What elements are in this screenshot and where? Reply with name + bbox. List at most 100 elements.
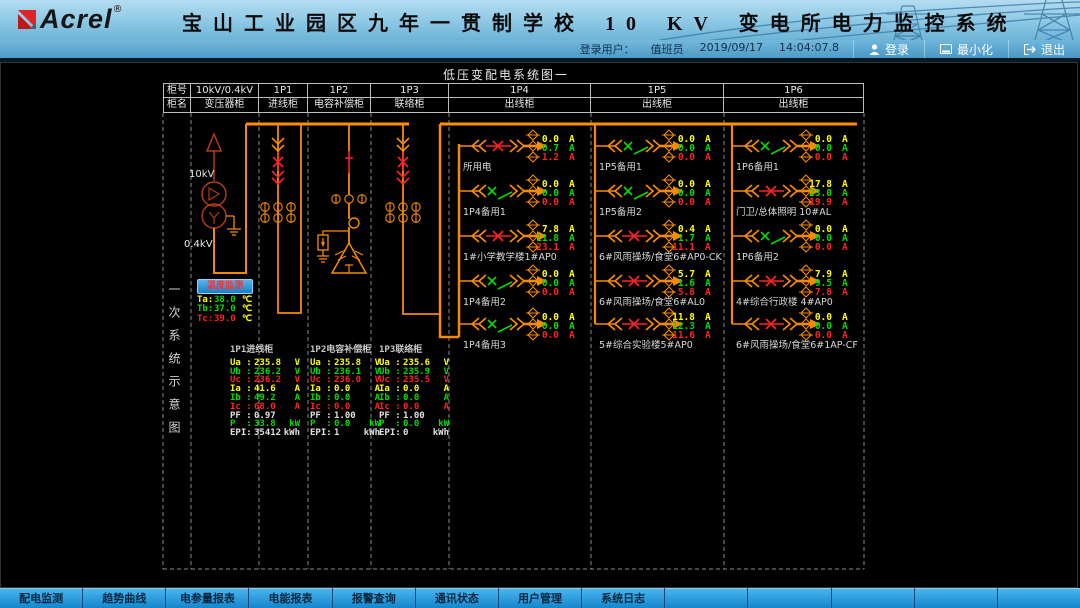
acrel-logo: Acrel ® [14,4,123,35]
nav-button-empty[interactable] [665,588,747,608]
feeder-current-unit: A [569,152,575,163]
feeder-breaker[interactable] [759,186,784,196]
feeder-breaker[interactable] [761,232,785,244]
feeder-breaker[interactable] [624,187,648,199]
disconnector-right [646,140,660,152]
panel-row-unit: A [444,403,449,412]
feeder-1P6-2: 17.8A23.0A19.9A门卫/总体照明 10#AL [732,175,848,218]
acrel-logo-icon [14,7,40,33]
nav-button-1[interactable]: 配电监测 [0,588,82,608]
feeder-breaker[interactable] [624,142,648,154]
feeder-current-value: 1.2 [542,152,559,163]
table-cell: 进线柜 [259,98,308,113]
ct-symbol [526,265,540,275]
feeder-1P6-5: 0.0A0.0A0.0A6#风雨操场/食堂6#1AP-CF [732,308,858,351]
temperature-monitor-button[interactable]: 温度监测 [197,279,253,294]
ct-symbol [799,220,813,230]
reactor [349,218,359,228]
panel-row-unit: kWh [364,429,380,438]
feeder-1P5-5: 11.8A12.3A11.6A5#综合实验楼5#AP0 [595,308,711,351]
panel-row-unit: kWh [433,429,449,438]
feeder-current-unit: A [842,197,848,208]
capacitor-breaker-1P2[interactable] [345,151,353,173]
nav-button-3[interactable]: 电参量报表 [166,588,248,608]
nav-button-7[interactable]: 用户管理 [499,588,581,608]
measurement-panel: 1P2电容补偿柜Ua :235.8VUb :236.1VUc :236.0VIa… [310,346,380,438]
measurement-panel: 1P1进线柜Ua :235.8VUb :236.2VUc :236.2VIa :… [230,346,300,438]
feeder-current-value: 0.0 [542,330,559,341]
exit-button[interactable]: 退出 [1008,40,1080,58]
feeder-label: 6#风雨操场/食堂6#AL0 [599,296,705,308]
feeder-label: 1#小学教学楼1#AP0 [463,251,557,263]
nav-button-empty[interactable] [748,588,830,608]
ct-1P2 [332,194,366,204]
feeder-breaker[interactable] [486,141,511,151]
disconnector-right [646,230,660,242]
table-cell: 10kV/0.4kV [191,83,259,98]
hv-label: 10kV [189,169,215,180]
feeder-breaker[interactable] [759,276,784,286]
disconnector-right [783,275,797,287]
feeder-label: 1P5备用1 [599,161,642,173]
feeder-breaker[interactable] [622,276,647,286]
feeder-breaker[interactable] [488,320,512,332]
feeder-breaker[interactable] [488,277,512,289]
nav-button-8[interactable]: 系统日志 [582,588,664,608]
minimize-button[interactable]: 最小化 [924,40,1008,58]
nav-button-2[interactable]: 趋势曲线 [83,588,165,608]
one-line-diagram-area: 10kV 0.4kV [0,62,1078,588]
feeder-1P6-1: 0.0A0.0A0.0A1P6备用1 [732,130,848,173]
feeder-1P5-2: 0.0A0.0A0.0A1P5备用2 [595,175,711,218]
disconnector-right [510,275,524,287]
feeder-breaker[interactable] [761,142,785,154]
feeder-breaker[interactable] [622,231,647,241]
table-cell: 柜名 [163,98,191,113]
nav-button-5[interactable]: 报警查询 [333,588,415,608]
logo-text: Acrel [40,4,113,35]
feeder-breaker[interactable] [622,319,647,329]
ct-symbol [799,152,813,162]
feeder-current-unit: A [569,330,575,341]
feeder-label: 门卫/总体照明 10#AL [736,206,832,218]
feeder-1P5-3: 0.4A1.7A11.1A6#风雨操场/食堂6#AP0-CK [595,220,723,263]
feeder-breaker[interactable] [486,231,511,241]
ct-symbol [662,220,676,230]
ct-symbol [662,197,676,207]
ct-symbol [799,130,813,140]
ct-symbol [526,175,540,185]
nav-button-4[interactable]: 电能报表 [249,588,331,608]
disconnector-right [510,140,524,152]
cabinet-table: 柜号10kV/0.4kV1P11P21P31P41P51P6柜名变压器柜进线柜电… [163,83,864,113]
panel-row: EPI:0kWh [379,429,449,438]
nav-button-empty[interactable] [832,588,914,608]
table-cell: 出线柜 [591,98,724,113]
nav-button-6[interactable]: 通讯状态 [416,588,498,608]
login-user-name: 值班员 [651,41,684,57]
feeder-current-unit: A [705,287,711,298]
feeder-1P4-2: 0.0A0.0A0.0A1P4备用1 [459,175,575,218]
ct-symbol [799,265,813,275]
feeder-breaker[interactable] [759,319,784,329]
disconnector-right [783,185,797,197]
feeder-label: 1P5备用2 [599,206,642,218]
feeder-label: 1P4备用2 [463,296,506,308]
feeder-current-unit: A [705,197,711,208]
table-cell: 1P3 [371,83,449,98]
feeder-1P4-4: 0.0A0.0A0.0A1P4备用2 [459,265,575,308]
minimize-icon [940,44,952,54]
ct-symbol [799,308,813,318]
panel-row-unit: kWh [284,429,300,438]
feeder-current-unit: A [842,152,848,163]
panel-row-label: EPI: [310,429,334,438]
minimize-button-label: 最小化 [957,41,993,58]
nav-button-empty[interactable] [915,588,997,608]
login-button[interactable]: 登录 [853,40,924,58]
ct-symbol [526,152,540,162]
table-cell: 1P2 [308,83,371,98]
feeder-breaker[interactable] [488,187,512,199]
nav-button-empty[interactable] [998,588,1080,608]
panel-title: 1P2电容补偿柜 [310,346,380,355]
disconnector-right [646,275,660,287]
ct-symbol [799,330,813,340]
feeder-current-unit: A [842,242,848,253]
